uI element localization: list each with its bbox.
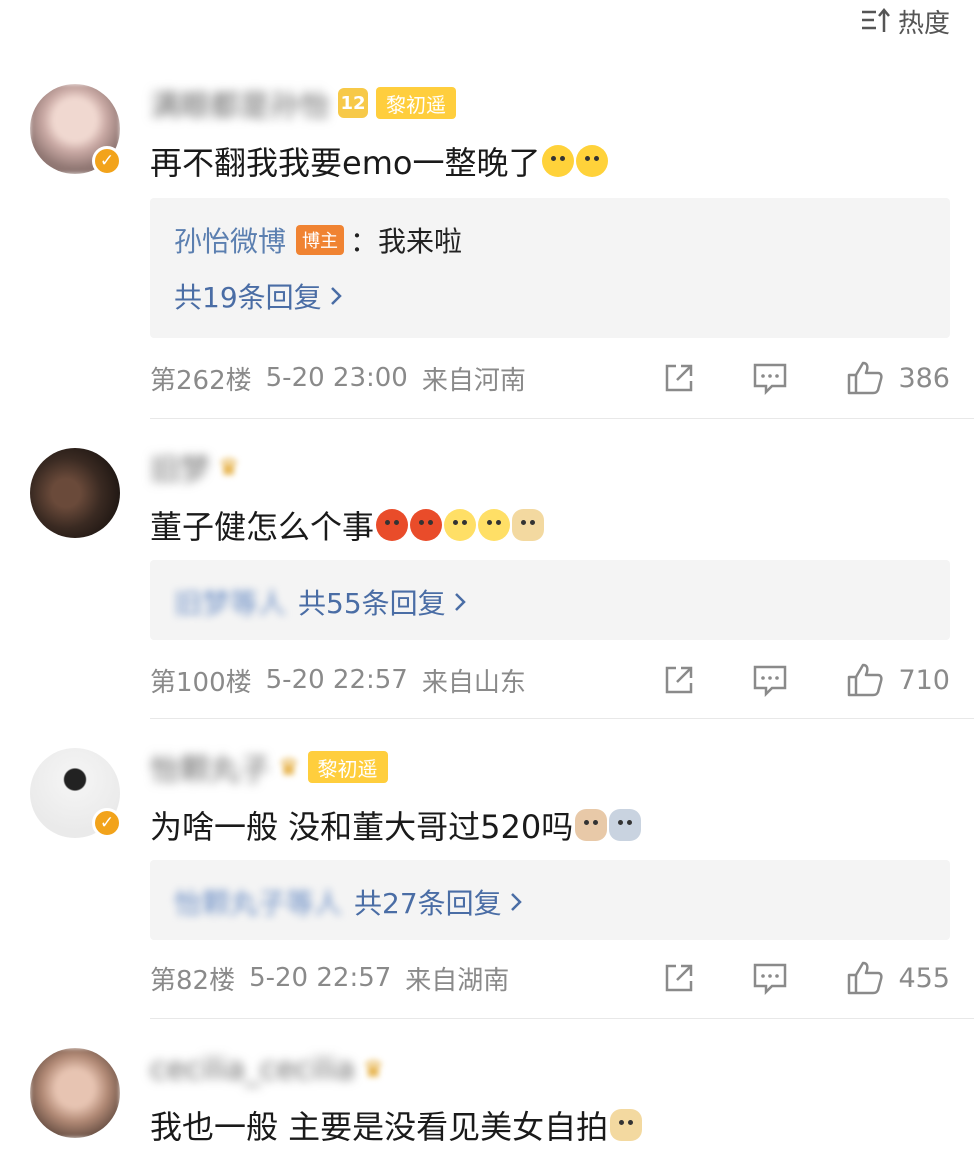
username[interactable]: 满眼都是孙怡 [150, 81, 330, 125]
like-button[interactable]: 710 [846, 662, 950, 698]
floor-number: 第100楼 [150, 667, 252, 698]
share-icon [666, 666, 693, 694]
chevron-right-icon [510, 893, 522, 911]
like-count: 386 [898, 362, 950, 394]
comment-icon [754, 963, 787, 995]
timestamp: 5-20 22:57 [249, 963, 392, 993]
verified-icon: ✓ [92, 808, 122, 838]
share-icon [666, 364, 693, 392]
sort-label: 热度 [897, 8, 950, 39]
floor-number: 第262楼 [150, 365, 252, 396]
comment-text: 我也一般 主要是没看见美女自拍 [150, 1108, 609, 1146]
avatar[interactable] [30, 1048, 120, 1138]
comment-text: 为啥一般 没和董大哥过520吗 [150, 808, 574, 846]
fan-badge: 黎初遥 [307, 751, 388, 783]
comment-icon [754, 665, 787, 697]
timestamp: 5-20 22:57 [265, 665, 408, 695]
crying-emoji-icon [542, 145, 575, 177]
like-count: 710 [898, 664, 950, 696]
thinking-emoji-icon [444, 509, 477, 541]
sort-by-hot-button[interactable]: 热度 [860, 4, 950, 39]
reply-author[interactable]: 孙怡微博 [174, 220, 286, 260]
like-count: 455 [898, 962, 950, 994]
thinking-emoji-icon [478, 509, 511, 541]
fan-badge: 黎初遥 [376, 87, 456, 119]
comment-button[interactable] [752, 961, 788, 995]
chevron-right-icon [330, 287, 342, 305]
share-button[interactable] [662, 663, 696, 697]
divider [150, 718, 974, 719]
crying-emoji-icon [576, 145, 609, 177]
crown-icon: ♛ [278, 753, 300, 781]
share-icon [666, 964, 693, 992]
comment-button[interactable] [752, 663, 788, 697]
share-button[interactable] [662, 961, 696, 995]
reply-preview[interactable]: 旧梦等人 共55条回复 [150, 560, 950, 640]
reply-preview[interactable]: 怡颗丸子等人 共27条回复 [150, 860, 950, 940]
doge-emoji-icon [512, 509, 545, 541]
username[interactable]: 旧梦 [150, 445, 210, 489]
reply-participants: 怡颗丸子等人 [174, 887, 343, 920]
chevron-right-icon [454, 593, 466, 611]
verified-icon: ✓ [92, 146, 122, 176]
reply-count-link[interactable]: 共27条回复 [354, 882, 524, 922]
username[interactable]: cecilia_cecilia [150, 1052, 355, 1087]
username[interactable]: 怡颗丸子 [150, 745, 270, 789]
divider [150, 1018, 974, 1019]
location: 来自山东 [421, 667, 526, 698]
reply-count-link[interactable]: 共55条回复 [298, 582, 468, 622]
reply-count-link[interactable]: 共19条回复 [174, 276, 344, 316]
host-badge: 博主 [296, 225, 345, 255]
level-badge: 12 [338, 88, 368, 118]
thumbs-up-icon [848, 663, 884, 697]
reply-text: ：我来啦 [350, 225, 463, 258]
angry-emoji-icon [376, 509, 409, 541]
angry-emoji-icon [410, 509, 443, 541]
avatar[interactable] [30, 448, 120, 538]
comment-text: 董子健怎么个事 [150, 508, 375, 546]
husky-emoji-icon [609, 809, 642, 841]
sort-icon [861, 8, 890, 32]
like-button[interactable]: 455 [846, 960, 950, 996]
floor-number: 第82楼 [150, 965, 236, 996]
like-button[interactable]: 386 [846, 360, 950, 396]
divider [150, 418, 974, 419]
location: 来自湖南 [405, 965, 510, 996]
share-button[interactable] [662, 361, 696, 395]
thumbs-up-icon [848, 961, 884, 995]
crown-icon: ♛ [218, 453, 240, 481]
comment-icon [754, 363, 787, 395]
thumbs-up-icon [848, 361, 884, 395]
comment-button[interactable] [752, 361, 788, 395]
location: 来自河南 [421, 365, 526, 396]
cat-emoji-icon [575, 809, 608, 841]
timestamp: 5-20 23:00 [265, 363, 408, 393]
comment-text: 再不翻我我要emo一整晚了 [150, 144, 541, 182]
crown-icon: ♛ [362, 1055, 385, 1083]
doge-emoji-icon [610, 1109, 643, 1141]
reply-preview[interactable]: 孙怡微博 博主 ：我来啦 共19条回复 [150, 198, 950, 338]
reply-participants: 旧梦等人 [174, 587, 287, 620]
